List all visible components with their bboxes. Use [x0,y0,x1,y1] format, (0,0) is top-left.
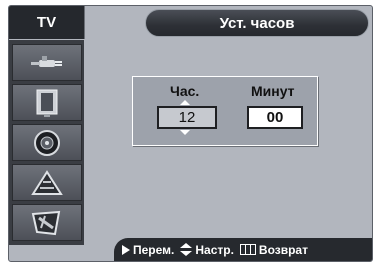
tv-tab-label: TV [36,14,57,31]
hours-value: 12 [178,109,196,126]
channel-icon [31,169,63,195]
minutes-field[interactable]: 00 [247,106,303,129]
sidebar-item-channel[interactable] [12,164,82,201]
sidebar-item-picture[interactable] [12,84,82,121]
speaker-icon [34,129,60,156]
setup-icon [31,210,61,235]
return-hint: Возврат [239,242,308,257]
tv-tab[interactable]: TV [9,6,85,39]
adjust-hint: Настр. [180,243,234,257]
osd-panel: TV Уст. часов Час. Минут 12 00 Перем. На… [8,5,373,262]
sidebar-item-sound[interactable] [12,124,82,161]
sidebar-item-setup[interactable] [12,204,82,241]
menu-icon [239,244,256,255]
minutes-value: 00 [266,109,284,126]
clock-settings-box: Час. Минут 12 00 [132,76,318,146]
hours-up-arrow-icon[interactable] [180,100,190,105]
up-down-arrows-icon [180,243,193,256]
minutes-label: Минут [251,83,295,99]
return-hint-label: Возврат [258,242,308,257]
adjust-hint-label: Настр. [195,242,234,257]
footer-hints: Перем. Настр. Возврат [114,238,372,261]
play-right-icon [122,244,130,255]
hours-label: Час. [170,83,200,99]
move-hint-label: Перем. [133,242,175,257]
sidebar-item-input[interactable] [12,44,82,81]
picture-icon [36,89,58,117]
antenna-plug-icon [31,55,62,67]
sidebar [9,40,84,245]
page-title: Уст. часов [219,14,295,32]
page-title-bar: Уст. часов [145,9,369,37]
hours-down-arrow-icon[interactable] [180,130,190,135]
move-hint: Перем. [122,243,174,257]
hours-field[interactable]: 12 [157,106,217,129]
